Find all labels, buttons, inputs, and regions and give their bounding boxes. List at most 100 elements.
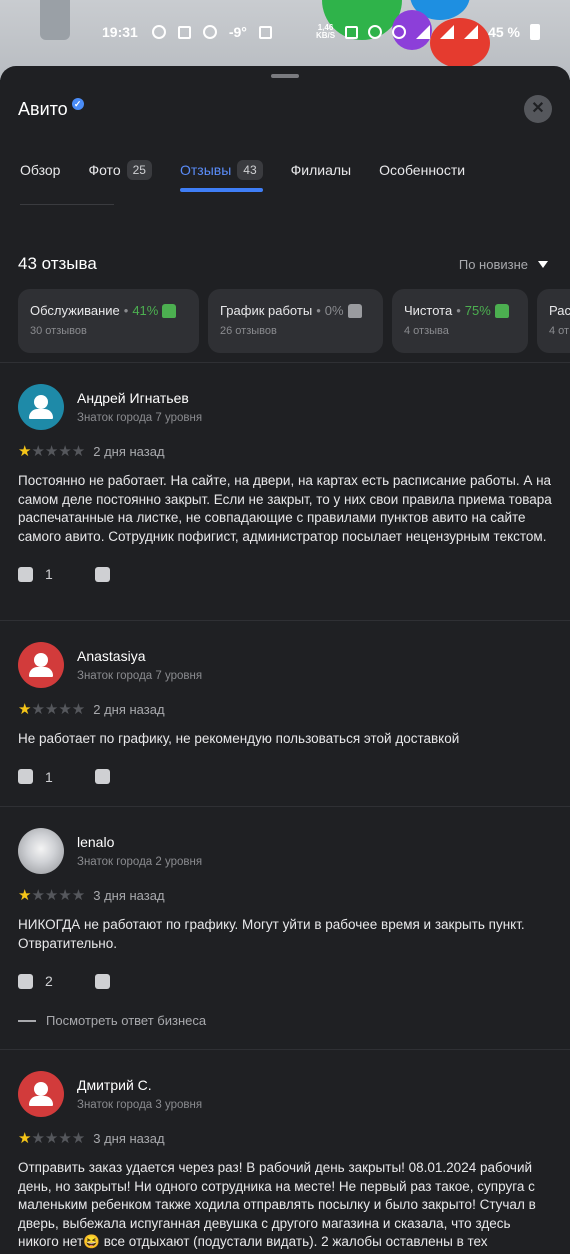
reviewer-name[interactable]: lenalo xyxy=(77,834,202,850)
tab-count: 25 xyxy=(126,160,152,180)
star-rating: ★★★★★ xyxy=(18,1130,86,1147)
sort-label: По новизне xyxy=(458,256,528,272)
reviewer-name[interactable]: Дмитрий С. xyxy=(77,1077,202,1093)
aspect-chip-service[interactable]: Обслуживание • 41% 30 отзывов xyxy=(18,289,199,353)
review-text: Отправить заказ удается через раз! В раб… xyxy=(18,1160,536,1250)
aspect-chip-cleanliness[interactable]: Чистота • 75% 4 отзыва xyxy=(392,289,528,353)
tab-count: 43 xyxy=(237,160,263,180)
aspect-name: Рас xyxy=(549,303,570,318)
aspect-filters: Обслуживание • 41% 30 отзывов График раб… xyxy=(18,289,570,353)
aspect-chip-partial[interactable]: Рас 4 от xyxy=(537,289,570,353)
like-count: 1 xyxy=(45,566,53,583)
like-icon[interactable] xyxy=(18,973,33,989)
aspect-count: 26 отзывов xyxy=(220,325,277,337)
status-bar: 19:31 -9° 1,46 KB/S 45 % xyxy=(0,0,570,64)
aspect-name: Обслуживание xyxy=(30,303,120,318)
review-item: Андрей Игнатьев Знаток города 7 уровня ★… xyxy=(18,384,552,582)
tab-bar: Обзор Фото 25 Отзывы 43 Филиалы Особенно… xyxy=(20,152,570,196)
aspect-chip-schedule[interactable]: График работы • 0% 26 отзывов xyxy=(208,289,383,353)
avatar[interactable] xyxy=(18,1071,64,1117)
reviews-header: 43 отзыва По новизне xyxy=(18,254,548,274)
thumbs-up-icon xyxy=(162,303,177,318)
person-icon xyxy=(29,1082,53,1106)
tab-label: Фото xyxy=(88,162,121,178)
review-item: lenalo Знаток города 2 уровня ★★★★★ 3 дн… xyxy=(18,828,552,1028)
weather-icon xyxy=(202,25,217,39)
pause-icon xyxy=(151,25,166,39)
aspect-count: 30 отзывов xyxy=(30,325,87,337)
aspect-percent: 0% xyxy=(324,303,344,318)
star-rating: ★★★★★ xyxy=(18,887,86,904)
aspect-percent: 41% xyxy=(132,303,159,318)
aspect-name: График работы xyxy=(220,303,313,318)
sheet-header: Авито ✓ ✕ xyxy=(18,94,552,124)
nfc-icon xyxy=(345,25,359,39)
review-text: Не работает по графику, не рекомендую по… xyxy=(18,731,460,746)
tab-divider xyxy=(20,204,114,205)
caret-down-icon xyxy=(538,260,548,268)
battery-icon xyxy=(530,24,540,40)
reviews-count: 43 отзыва xyxy=(18,254,97,273)
reviewer-level: Знаток города 2 уровня xyxy=(77,856,203,868)
review-date: 2 дня назад xyxy=(93,443,165,459)
reviewer-level: Знаток города 3 уровня xyxy=(77,1099,203,1111)
tab-photos[interactable]: Фото 25 xyxy=(88,152,152,188)
page-title: Авито xyxy=(18,98,68,119)
close-button[interactable]: ✕ xyxy=(524,95,552,123)
image-icon xyxy=(258,25,272,39)
tab-label: Обзор xyxy=(20,162,61,178)
avatar[interactable] xyxy=(18,384,64,430)
review-item: Дмитрий С. Знаток города 3 уровня ★★★★★ … xyxy=(18,1071,552,1252)
tab-label: Отзывы xyxy=(179,162,232,178)
phone-icon xyxy=(177,25,191,39)
divider xyxy=(0,1049,570,1050)
reviewer-level: Знаток города 7 уровня xyxy=(77,412,203,424)
review-date: 3 дня назад xyxy=(93,887,165,903)
status-time: 19:31 xyxy=(102,24,138,40)
review-item: Anastasiya Знаток города 7 уровня ★★★★★ … xyxy=(18,642,552,785)
reviewer-name[interactable]: Anastasiya xyxy=(77,648,202,664)
drag-handle[interactable] xyxy=(271,74,299,78)
sort-dropdown[interactable]: По новизне xyxy=(459,257,548,272)
person-icon xyxy=(29,653,53,677)
review-text: НИКОГДА не работают по графику. Могут уй… xyxy=(18,917,525,951)
dislike-icon[interactable] xyxy=(94,769,110,785)
aspect-name: Чистота xyxy=(404,303,453,318)
aspect-count: 4 от xyxy=(549,325,570,337)
tab-overview[interactable]: Обзор xyxy=(20,152,60,188)
thumbs-up-icon xyxy=(494,303,509,318)
star-rating: ★★★★★ xyxy=(18,443,86,460)
like-icon[interactable] xyxy=(18,769,33,785)
wifi-icon xyxy=(416,25,431,39)
thumbs-up-icon xyxy=(347,303,362,318)
battery-percent: 45 % xyxy=(488,24,520,40)
signal-icon xyxy=(440,25,455,39)
avatar[interactable] xyxy=(18,828,64,874)
location-icon xyxy=(368,25,383,39)
tab-reviews[interactable]: Отзывы 43 xyxy=(179,152,263,192)
aspect-percent: 75% xyxy=(464,303,491,318)
dislike-icon[interactable] xyxy=(94,973,110,989)
verified-icon: ✓ xyxy=(71,98,84,110)
dislike-icon[interactable] xyxy=(94,566,110,582)
status-temperature: -9° xyxy=(228,24,247,40)
bottom-sheet: Авито ✓ ✕ Обзор Фото 25 Отзывы 43 Филиал… xyxy=(0,66,570,1254)
reviewer-name[interactable]: Андрей Игнатьев xyxy=(77,390,202,406)
reviewer-level: Знаток города 7 уровня xyxy=(77,670,203,682)
like-icon[interactable] xyxy=(18,566,33,582)
tab-label: Особенности xyxy=(379,162,466,178)
bluetooth-icon xyxy=(392,25,407,39)
divider xyxy=(0,620,570,621)
avatar[interactable] xyxy=(18,642,64,688)
review-date: 2 дня назад xyxy=(93,701,165,717)
tab-branches[interactable]: Филиалы xyxy=(291,152,351,188)
business-reply-link[interactable]: Посмотреть ответ бизнеса xyxy=(18,1013,552,1028)
network-speed: 1,46 KB/S xyxy=(315,23,336,40)
tab-features[interactable]: Особенности xyxy=(379,152,465,188)
person-icon xyxy=(29,395,53,419)
star-rating: ★★★★★ xyxy=(18,701,86,718)
divider xyxy=(0,362,570,363)
aspect-count: 4 отзыва xyxy=(404,325,449,337)
review-text: Постоянно не работает. На сайте, на двер… xyxy=(18,473,552,544)
tab-label: Филиалы xyxy=(290,162,352,178)
